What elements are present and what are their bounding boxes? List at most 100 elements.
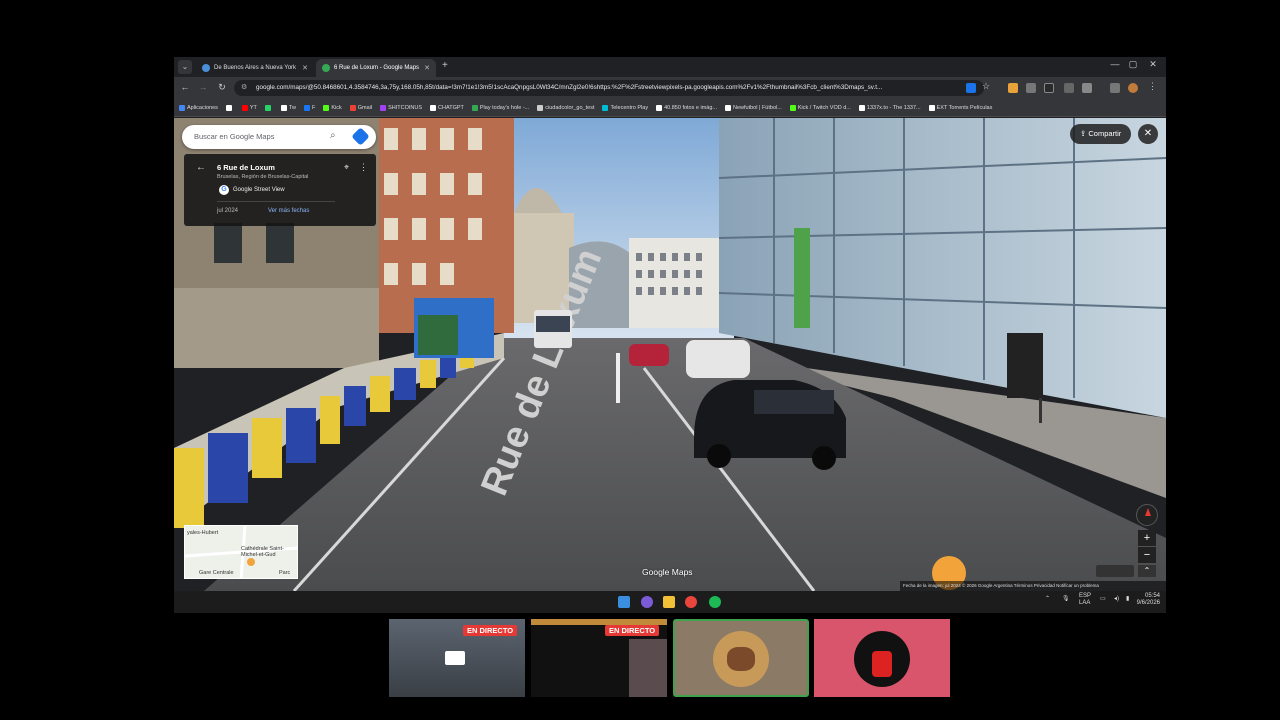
street-view-viewport[interactable]: Rue de Loxum Buscar en Google Maps ⌕ ← 6… [174,118,1166,591]
bookmark-item[interactable]: YT [241,104,257,111]
bookmark-label: Newfutbol | Fútbol... [733,104,782,111]
bookmark-item[interactable]: Play today's hole -... [471,104,529,111]
bookmark-label: 1337x.to - The 1337... [866,104,921,111]
install-app-icon[interactable] [966,83,976,93]
close-window-button[interactable]: ✕ [1146,59,1160,70]
extensions-puzzle-icon[interactable] [1082,83,1092,93]
bookmark-item[interactable]: 1337x.to - The 1337... [858,104,921,111]
date: 9/6/2026 [1136,600,1160,606]
bookmark-favicon-icon [656,104,663,111]
close-tab-icon[interactable]: ✕ [420,64,430,72]
location-pin-icon[interactable]: ⌖ [344,162,349,173]
live-badge: EN DIRECTO [605,625,660,636]
extension-icon[interactable] [1026,83,1036,93]
source-label: Google Street View [233,187,285,193]
spotify-icon[interactable] [709,596,721,608]
bookmark-item[interactable]: ciudadcolor_go_test [537,104,594,111]
tray-chevron-icon[interactable]: ⌃ [1045,595,1050,602]
expand-button[interactable]: ⌃ [1138,565,1156,577]
avatar [854,631,910,687]
bookmark-item[interactable] [225,104,234,111]
bookmark-label: Kick / Twitch VOD d... [797,104,851,111]
bookmark-star-icon[interactable]: ☆ [982,81,992,91]
chrome-icon[interactable] [685,596,697,608]
extension-icon[interactable] [1044,83,1054,93]
bookmark-favicon-icon [858,104,865,111]
minimize-button[interactable]: — [1108,59,1122,69]
screen-share-tile[interactable]: EN DIRECTO [531,619,667,697]
live-badge: EN DIRECTO [463,625,518,636]
bookmark-item[interactable]: Newfutbol | Fútbol... [725,104,782,111]
tab-label: 6 Rue de Loxum - Google Maps [334,65,420,71]
maximize-button[interactable]: ▢ [1126,59,1140,70]
tab-search-button[interactable]: ⌄ [178,60,192,74]
start-icon[interactable] [618,596,630,608]
bookmark-favicon-icon [430,104,437,111]
zoom-out-button[interactable]: − [1138,547,1156,563]
reload-button[interactable]: ↻ [216,82,228,93]
bookmark-item[interactable]: 40.850 fotos e imág... [656,104,717,111]
bookmark-item[interactable]: Telecentro Play [602,104,649,111]
bookmark-item[interactable]: CHATGPT [430,104,464,111]
minimap-label: yales-Hubert [187,530,219,536]
bookmark-item[interactable]: Aplicaciones [179,104,218,111]
microphone-icon[interactable]: 🎙 [1062,595,1070,602]
more-options-icon[interactable]: ⋮ [359,162,368,173]
layers-button[interactable] [1096,565,1134,577]
menu-kebab-icon[interactable]: ⋮ [1148,81,1158,91]
search-icon[interactable]: ⌕ [330,130,336,141]
extension-icon[interactable] [1008,83,1018,93]
bookmark-label: Aplicaciones [187,104,218,111]
stream-preview [629,639,667,697]
site-info-icon[interactable]: ⚙ [241,80,247,96]
file-explorer-icon[interactable] [663,596,675,608]
clock[interactable]: 05:54 9/6/2026 [1130,593,1160,607]
extension-icon[interactable] [1064,83,1074,93]
battery-icon[interactable]: ▮ [1126,595,1129,602]
maps-footer: Fecha de la imagen: jul 2024 © 2026 Goog… [900,581,1166,591]
tab-google-maps[interactable]: 6 Rue de Loxum - Google Maps ✕ [316,59,436,77]
app-icon[interactable] [641,596,653,608]
minimap-label: Parc [279,570,291,576]
participant-tile-dog[interactable] [673,619,809,697]
share-button[interactable]: ⇪ Compartir [1070,124,1132,144]
zoom-in-button[interactable]: + [1138,530,1156,546]
minimap[interactable]: yales-Hubert Cathédrale Saint-Michel-et-… [184,525,298,579]
forward-button[interactable]: → [197,82,209,92]
compass-button[interactable] [1136,504,1158,526]
address-bar[interactable]: ⚙ google.com/maps/@50.8468601,4.3584746,… [234,80,984,96]
maps-search-box[interactable]: Buscar en Google Maps ⌕ [182,125,376,149]
new-tab-button[interactable]: + [442,60,448,71]
language-indicator[interactable]: ESP LAA [1079,593,1091,607]
tab-label: De Buenos Aires a Nueva York [214,65,297,71]
back-button[interactable]: ← [179,82,191,92]
more-dates-link[interactable]: Ver más fechas [268,208,309,214]
bookmark-favicon-icon [537,104,544,111]
bookmark-item[interactable]: Gmail [349,104,372,111]
bookmark-item[interactable]: Tw [280,104,296,111]
place-card: ← 6 Rue de Loxum Bruselas, Región de Bru… [184,154,376,226]
bookmark-item[interactable]: Kick [323,104,342,111]
bookmark-item[interactable]: Kick / Twitch VOD d... [789,104,851,111]
bookmark-item[interactable]: EXT Torrents Películas [928,104,992,111]
reading-list-icon[interactable] [1110,83,1120,93]
profile-avatar[interactable] [1128,83,1138,93]
volume-icon[interactable]: ◂) [1114,595,1119,602]
directions-icon[interactable] [351,127,370,146]
bookmark-favicon-icon [928,104,935,111]
bookmark-item[interactable] [264,104,273,111]
bookmark-item[interactable]: F [303,104,315,111]
bookmark-item[interactable]: SHITCOINUS [380,104,422,111]
network-icon[interactable]: ▭ [1100,595,1106,602]
close-street-view-button[interactable]: ✕ [1138,124,1158,144]
back-arrow-icon[interactable]: ← [196,162,206,173]
close-tab-icon[interactable]: ✕ [298,64,308,72]
bookmark-favicon-icon [725,104,731,111]
bookmark-label: Telecentro Play [610,104,649,111]
participant-tile-user[interactable] [814,619,950,697]
avatar-figure-icon [872,651,892,677]
screen-share-tile[interactable]: EN DIRECTO [389,619,525,697]
bookmark-favicon-icon [380,104,387,111]
bookmark-favicon-icon [264,104,271,111]
tab-buenos-aires[interactable]: De Buenos Aires a Nueva York ✕ [196,59,314,77]
